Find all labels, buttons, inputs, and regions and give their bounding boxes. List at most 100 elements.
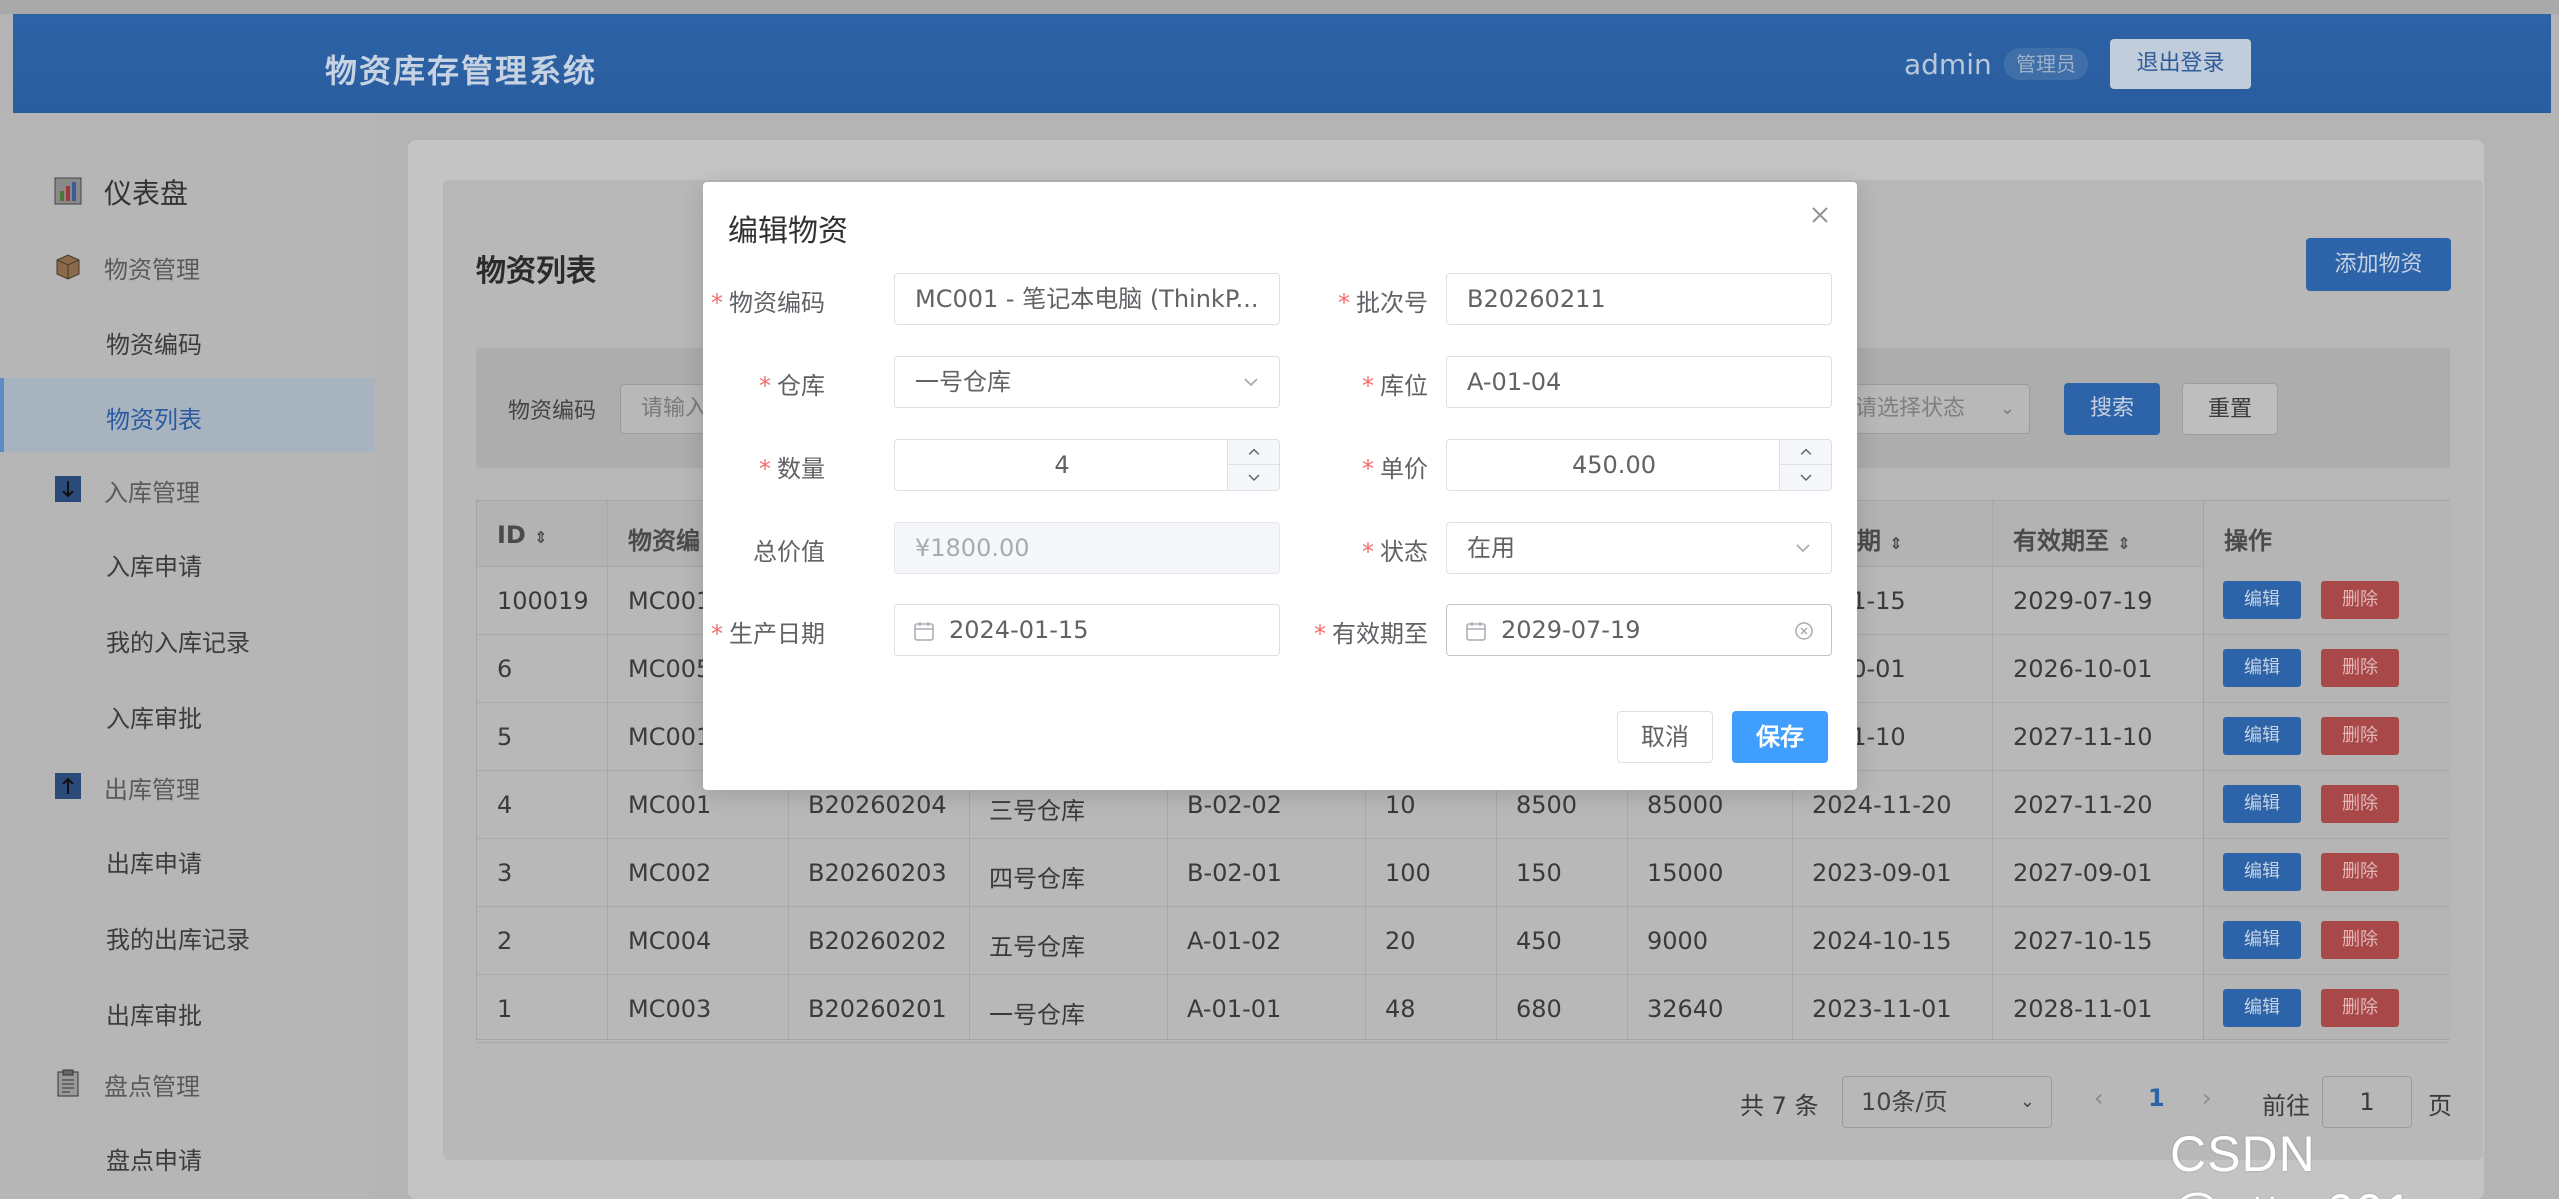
production-date-picker[interactable]: 2024-01-15 (894, 604, 1280, 656)
edit-button[interactable]: 编辑 (2223, 921, 2301, 959)
cell-warehouse: 四号仓库 (989, 865, 1085, 893)
cell-total: 15000 (1647, 859, 1724, 887)
cell-code: MC002 (628, 859, 712, 887)
sidebar-item-label: 仪表盘 (104, 177, 189, 210)
warehouse-select[interactable]: 一号仓库 (894, 356, 1280, 408)
cell-code: MC001 (628, 723, 712, 751)
sidebar-group-materials[interactable]: 物资管理 (0, 228, 374, 302)
cell-warehouse: 一号仓库 (989, 1001, 1085, 1029)
calendar-icon (1466, 622, 1486, 641)
material-code-select[interactable]: MC001 - 笔记本电脑 (ThinkP... (894, 273, 1280, 325)
box-icon (56, 254, 80, 280)
sidebar-item-label: 入库审批 (106, 705, 202, 733)
goto-page-input[interactable]: 1 (2322, 1076, 2412, 1128)
cell-total: 85000 (1647, 791, 1724, 819)
sidebar-item-material-codes[interactable]: 物资编码 (0, 303, 374, 377)
cell-id: 1 (497, 995, 513, 1023)
page-size-select[interactable]: 10条/页 ⌄ (1842, 1076, 2052, 1128)
cancel-button[interactable]: 取消 (1617, 711, 1713, 763)
cell-location: A-01-01 (1187, 995, 1282, 1023)
prev-page-button[interactable]: ‹ (2094, 1084, 2104, 1112)
sidebar-item-my-inbound[interactable]: 我的入库记录 (0, 601, 374, 675)
status-select[interactable]: 请选择状态 ⌄ (1838, 384, 2030, 434)
page-number-current[interactable]: 1 (2148, 1084, 2165, 1112)
edit-button[interactable]: 编辑 (2223, 853, 2301, 891)
col-ops: 操作 (2224, 527, 2272, 555)
decrement-icon[interactable] (1780, 465, 1832, 490)
sidebar-item-inbound-apply[interactable]: 入库申请 (0, 525, 374, 599)
sidebar-item-outbound-approval[interactable]: 出库审批 (0, 974, 374, 1048)
unit-price-stepper[interactable]: 450.00 (1446, 439, 1832, 491)
edit-button[interactable]: 编辑 (2223, 717, 2301, 755)
save-button[interactable]: 保存 (1732, 711, 1828, 763)
sidebar-group-inbound[interactable]: 入库管理 (0, 451, 374, 525)
sidebar-item-material-list[interactable]: 物资列表 (0, 378, 374, 452)
sidebar-item-my-outbound[interactable]: 我的出库记录 (0, 898, 374, 972)
edit-button[interactable]: 编辑 (2223, 785, 2301, 823)
sidebar-item-inbound-approval[interactable]: 入库审批 (0, 677, 374, 751)
cell-id: 5 (497, 723, 513, 751)
increment-icon[interactable] (1780, 440, 1832, 465)
cell-id: 2 (497, 927, 513, 955)
edit-button[interactable]: 编辑 (2223, 581, 2301, 619)
cell-code: MC003 (628, 995, 712, 1023)
goto-label: 前往 (2262, 1092, 2310, 1120)
edit-button[interactable]: 编辑 (2223, 989, 2301, 1027)
delete-button[interactable]: 删除 (2321, 581, 2399, 619)
search-code-input[interactable]: 请输入 (620, 384, 710, 434)
cell-location: B-02-01 (1187, 859, 1282, 887)
delete-button[interactable]: 删除 (2321, 989, 2399, 1027)
col-id[interactable]: ID ⇕ (497, 521, 548, 549)
sort-icon: ⇕ (2117, 534, 2131, 553)
edit-material-dialog: 编辑物资 * 物资编码 MC001 - 笔记本电脑 (ThinkP... * 批次号… (703, 182, 1857, 790)
window-top-strip (0, 0, 2559, 14)
cell-expiry: 2029-07-19 (2013, 587, 2153, 615)
sidebar-item-label: 物资管理 (104, 256, 200, 284)
add-material-button[interactable]: 添加物资 (2306, 238, 2451, 291)
cell-prod: 2023-11-01 (1812, 995, 1952, 1023)
sidebar-item-label: 入库管理 (104, 479, 200, 507)
clipboard-icon (57, 1069, 79, 1097)
col-expiry[interactable]: 有效期至 ⇕ (2013, 521, 2131, 556)
user-name: admin (1904, 48, 1992, 81)
sidebar-group-inventory[interactable]: 盘点管理 (0, 1045, 374, 1119)
location-input[interactable]: A-01-04 (1446, 356, 1832, 408)
cell-expiry: 2027-09-01 (2013, 859, 2153, 887)
sidebar-item-dashboard[interactable]: 仪表盘 (0, 153, 374, 227)
table-row: 2 MC004 B20260202 五号仓库 A-01-02 20 450 9000 2024-… (477, 907, 2449, 975)
delete-button[interactable]: 删除 (2321, 649, 2399, 687)
expiry-date-picker[interactable]: 2029-07-19 (1446, 604, 1832, 656)
sidebar-item-label: 出库管理 (104, 776, 200, 804)
quantity-stepper[interactable]: 4 (894, 439, 1280, 491)
role-badge: 管理员 (2004, 48, 2088, 80)
cell-batch: B20260201 (808, 995, 947, 1023)
next-page-button[interactable]: › (2202, 1084, 2212, 1112)
edit-button[interactable]: 编辑 (2223, 649, 2301, 687)
dashboard-icon (54, 177, 82, 205)
clear-icon[interactable] (1793, 620, 1815, 642)
delete-button[interactable]: 删除 (2321, 717, 2399, 755)
cell-total: 32640 (1647, 995, 1724, 1023)
logout-button[interactable]: 退出登录 (2110, 39, 2251, 89)
increment-icon[interactable] (1228, 440, 1280, 465)
sidebar-item-outbound-apply[interactable]: 出库申请 (0, 822, 374, 896)
delete-button[interactable]: 删除 (2321, 921, 2399, 959)
sidebar-item-inventory-apply[interactable]: 盘点申请 (0, 1119, 374, 1193)
delete-button[interactable]: 删除 (2321, 853, 2399, 891)
search-button[interactable]: 搜索 (2064, 383, 2160, 435)
decrement-icon[interactable] (1228, 465, 1280, 490)
watermark: CSDN @attr_001 (2170, 1126, 2412, 1199)
delete-button[interactable]: 删除 (2321, 785, 2399, 823)
production-date-label: * 生产日期 (711, 620, 825, 648)
sidebar-group-outbound[interactable]: 出库管理 (0, 748, 374, 822)
table-row: 3 MC002 B20260203 四号仓库 B-02-01 100 150 15000 202… (477, 839, 2449, 907)
reset-button[interactable]: 重置 (2182, 383, 2278, 435)
quantity-label: * 数量 (759, 455, 825, 483)
status-label: * 状态 (1362, 538, 1428, 566)
close-icon[interactable] (1805, 200, 1835, 230)
status-field-select[interactable]: 在用 (1446, 522, 1832, 574)
calendar-icon (914, 622, 934, 641)
col-code[interactable]: 物资编 (628, 521, 700, 556)
batch-input[interactable]: B20260211 (1446, 273, 1832, 325)
cell-total: 9000 (1647, 927, 1709, 955)
